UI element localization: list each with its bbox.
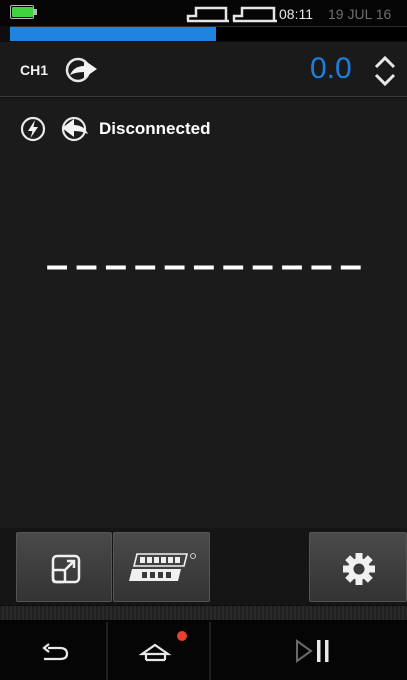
separator xyxy=(0,606,407,620)
profibus-logo xyxy=(129,553,196,581)
navigation-bar xyxy=(0,620,407,680)
play-pause-button[interactable] xyxy=(211,620,407,680)
home-button[interactable] xyxy=(108,620,208,680)
output-arrow-icon[interactable] xyxy=(64,56,100,84)
settings-button[interactable] xyxy=(309,532,407,602)
up-down-chevron-icon[interactable] xyxy=(370,54,400,88)
notification-dot xyxy=(177,631,187,641)
channel-label: CH1 xyxy=(20,62,49,78)
date: 19 JUL 16 xyxy=(328,6,392,22)
back-icon xyxy=(42,643,69,661)
status-text: Disconnected xyxy=(99,119,211,138)
home-icon xyxy=(138,643,172,662)
softkey-bar xyxy=(0,528,407,605)
profibus-button[interactable] xyxy=(113,532,210,602)
usb-icon xyxy=(232,6,277,23)
back-button[interactable] xyxy=(0,620,106,680)
expand-icon xyxy=(51,554,81,584)
play-pause-icon xyxy=(296,639,329,663)
progress-fill xyxy=(10,27,217,41)
expand-button[interactable] xyxy=(16,532,112,602)
channel-value[interactable]: 0.0 xyxy=(310,52,352,86)
channel-header[interactable]: CH1 0.0 xyxy=(0,42,407,97)
status-bar: 08:11 19 JUL 16 xyxy=(0,0,407,26)
reading-display: – – – – – – – – – – – xyxy=(46,243,362,287)
main-panel: Disconnected – – – – – – – – – – – xyxy=(0,98,407,528)
input-arrow-icon xyxy=(61,116,88,142)
power-bolt-icon xyxy=(20,116,46,142)
battery-level xyxy=(12,7,33,17)
usb-icon xyxy=(186,6,229,23)
clock: 08:11 xyxy=(279,6,313,22)
progress-bar xyxy=(10,26,407,41)
battery-icon xyxy=(10,5,34,19)
gear-icon xyxy=(343,553,375,585)
battery-tip xyxy=(34,9,37,15)
